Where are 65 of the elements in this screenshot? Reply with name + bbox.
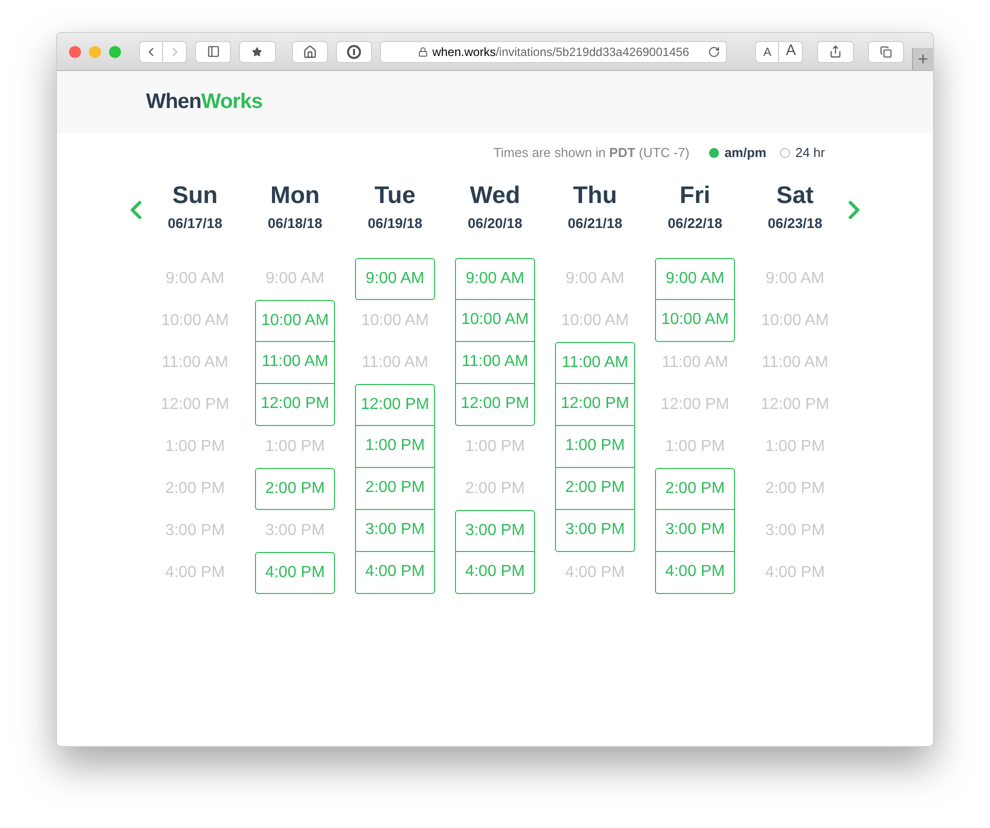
time-slot[interactable]: 10:00 AM	[455, 300, 535, 342]
tabs-button[interactable]	[868, 40, 904, 62]
time-slot[interactable]: 1:00 PM	[355, 426, 435, 468]
time-slot[interactable]: 2:00 PM	[255, 468, 335, 510]
time-slot[interactable]: 9:00 AM	[655, 258, 735, 300]
time-slot[interactable]: 12:00 PM	[255, 384, 335, 426]
time-slot[interactable]: 3:00 PM	[455, 510, 535, 552]
password-button[interactable]	[336, 40, 372, 62]
home-icon	[302, 44, 317, 58]
address-bar[interactable]: when.works/invitations/5b219dd33a4269001456	[380, 40, 728, 62]
time-slot[interactable]: 3:00 PM	[555, 510, 635, 552]
day-name: Fri	[680, 180, 710, 210]
timezone-note: Times are shown in PDT (UTC -7)	[493, 144, 690, 162]
time-slot[interactable]: 10:00 AM	[655, 300, 735, 342]
time-slot[interactable]: 3:00 PM	[655, 510, 735, 552]
day-date: 06/17/18	[168, 214, 222, 232]
time-slot[interactable]: 4:00 PM	[355, 552, 435, 594]
time-slot[interactable]: 1:00 PM	[555, 426, 635, 468]
day-name: Sat	[776, 180, 814, 210]
day-date: 06/23/18	[768, 214, 822, 232]
tabs-icon	[880, 46, 892, 58]
time-slot[interactable]: 4:00 PM	[655, 552, 735, 594]
time-slot[interactable]: 3:00 PM	[355, 510, 435, 552]
time-format-radio[interactable]: 24 hr	[780, 143, 825, 162]
time-slot[interactable]: 4:00 PM	[455, 552, 535, 594]
time-slot[interactable]: 12:00 PM	[455, 384, 535, 426]
day-name: Tue	[374, 180, 416, 210]
day-date: 06/19/18	[368, 214, 422, 232]
time-slot[interactable]: 11:00 AM	[255, 342, 335, 384]
day-date: 06/20/18	[468, 214, 522, 232]
time-slot[interactable]: 2:00 PM	[655, 468, 735, 510]
logo[interactable]: WhenWorks	[146, 86, 262, 118]
time-slot[interactable]: 12:00 PM	[555, 384, 635, 426]
time-slot[interactable]: 9:00 AM	[355, 258, 435, 300]
sidebar-button[interactable]	[195, 40, 232, 62]
time-slot[interactable]: 9:00 AM	[455, 258, 535, 300]
time-slot[interactable]: 12:00 PM	[355, 384, 435, 426]
day-date: 06/18/18	[268, 214, 322, 232]
share-button[interactable]	[817, 40, 854, 62]
day-date: 06/22/18	[668, 214, 722, 232]
time-slot[interactable]: 2:00 PM	[355, 468, 435, 510]
time-slot[interactable]: 4:00 PM	[255, 552, 335, 594]
bookmarks-button[interactable]	[239, 40, 276, 62]
day-name: Wed	[470, 180, 520, 210]
new-tab-button[interactable]: +	[912, 48, 933, 70]
time-slot[interactable]: 11:00 AM	[455, 342, 535, 384]
font-size-button[interactable]: A	[779, 40, 804, 62]
share-icon	[828, 45, 842, 58]
day-date: 06/21/18	[568, 214, 622, 232]
time-format-radio[interactable]: am/pm	[709, 143, 766, 162]
home-button[interactable]	[292, 40, 328, 62]
day-name: Thu	[573, 180, 617, 210]
time-slot[interactable]: 2:00 PM	[555, 468, 635, 510]
url-text: when.works/invitations/5b219dd33a4269001456	[432, 44, 690, 60]
font-size-button[interactable]: A	[755, 40, 780, 62]
day-name: Sun	[172, 180, 218, 210]
lock-icon	[418, 46, 428, 56]
day-name: Mon	[270, 180, 320, 210]
star-icon	[252, 46, 262, 56]
back-button[interactable]	[139, 40, 163, 62]
time-slot[interactable]: 10:00 AM	[255, 300, 335, 342]
keyhole-icon	[347, 44, 362, 58]
sidebar-icon	[206, 45, 220, 58]
time-slot[interactable]: 11:00 AM	[555, 342, 635, 384]
reload-icon[interactable]	[708, 46, 720, 58]
